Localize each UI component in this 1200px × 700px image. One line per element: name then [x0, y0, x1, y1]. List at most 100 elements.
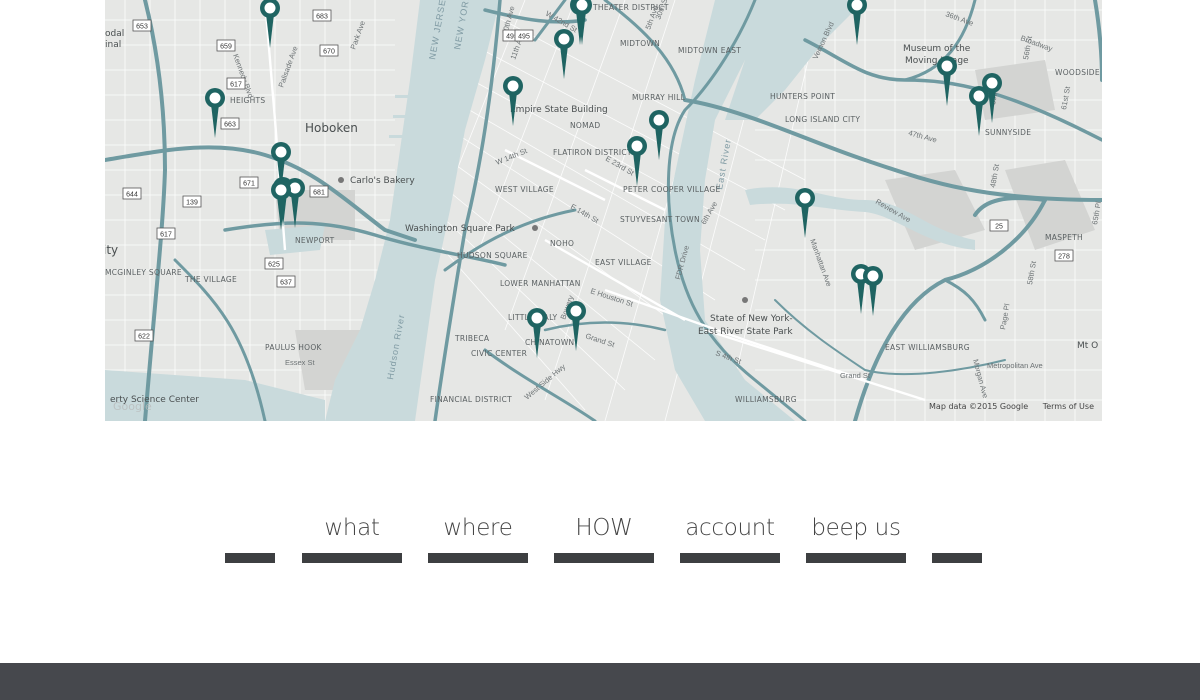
label-sunnyside: SUNNYSIDE: [985, 128, 1031, 137]
route-shield-label: 663: [224, 122, 236, 129]
label-noho: NOHO: [550, 239, 574, 248]
label-long-island-city: LONG ISLAND CITY: [785, 115, 860, 124]
label-chinatown: CHINATOWN: [525, 338, 574, 347]
label-lower-manhattan: LOWER MANHATTAN: [500, 279, 581, 288]
route-shield: 683: [312, 9, 332, 22]
route-shield-label: 617: [160, 232, 172, 239]
label-stuyvesant: STUYVESANT TOWN: [620, 215, 700, 224]
label-museum-line1: Museum of the: [903, 44, 971, 54]
main-nav: what where HOW account beep us: [225, 508, 985, 568]
route-shield-label: 278: [1058, 254, 1070, 261]
nav-underline: [554, 553, 654, 563]
route-shield: 278: [1054, 249, 1074, 262]
poi-dot: [532, 225, 538, 231]
poi-dot: [742, 297, 748, 303]
route-shield-label: 617: [230, 82, 242, 89]
label-east-williamsburg: EAST WILLIAMSBURG: [885, 343, 970, 352]
label-terminal-1: odal: [105, 29, 124, 39]
route-shield-label: 625: [268, 262, 280, 269]
nav-label-beep-us[interactable]: beep us: [806, 508, 906, 548]
route-shield-label: 670: [323, 49, 335, 56]
label-hoboken: Hoboken: [305, 121, 358, 135]
label-west-village: WEST VILLAGE: [495, 185, 554, 194]
label-nomad: NOMAD: [570, 121, 600, 130]
nav-label-how[interactable]: HOW: [554, 508, 654, 548]
route-shield-label: 644: [126, 192, 138, 199]
label-washington-square: Washington Square Park: [405, 224, 516, 234]
nav-underline: [428, 553, 528, 563]
route-shield: 671: [239, 176, 259, 189]
footer: [0, 663, 1200, 700]
nav-label-account[interactable]: account: [680, 508, 780, 548]
label-museum-line2: Moving Image: [905, 56, 969, 66]
label-newport: NEWPORT: [295, 236, 335, 245]
google-logo: Google: [113, 400, 152, 413]
nav-item-beep-us[interactable]: beep us: [806, 508, 906, 563]
label-woodside: WOODSIDE: [1055, 68, 1100, 77]
terms-of-use-link[interactable]: Terms of Use: [1043, 402, 1094, 411]
poi-dot: [338, 177, 344, 183]
route-shield-label: 653: [136, 24, 148, 31]
route-shield-label: 681: [313, 190, 325, 197]
label-peter-cooper: PETER COOPER VILLAGE: [623, 185, 721, 194]
route-shield-label: 671: [243, 181, 255, 188]
label-the-village: THE VILLAGE: [184, 275, 237, 284]
route-shield-label: 25: [995, 224, 1003, 231]
nav-stub-left: [225, 553, 275, 563]
nav-item-where[interactable]: where: [428, 508, 528, 563]
map[interactable]: Hudson River East River NEW JERSEY NEW Y…: [105, 0, 1102, 421]
map-canvas[interactable]: Hudson River East River NEW JERSEY NEW Y…: [105, 0, 1102, 421]
label-tribeca: TRIBECA: [454, 334, 490, 343]
route-shield: 644: [122, 187, 142, 200]
nav-item-what[interactable]: what: [302, 508, 402, 563]
label-metropolitan: Metropolitan Ave: [987, 361, 1043, 370]
route-shield: 670: [319, 44, 339, 57]
nav-label-where[interactable]: where: [428, 508, 528, 548]
label-grand-st-bk: Grand St: [840, 371, 871, 380]
nav-stub-right: [932, 553, 982, 563]
label-midtown-east: MIDTOWN EAST: [678, 46, 741, 55]
route-shield-label: 139: [186, 200, 198, 207]
route-shield: 625: [264, 257, 284, 270]
route-shield-label: 683: [316, 14, 328, 21]
route-shield: 25: [989, 219, 1009, 232]
route-shield: 617: [226, 77, 246, 90]
label-flatiron: FLATIRON DISTRICT: [553, 148, 632, 157]
label-mt-o: Mt O: [1077, 341, 1098, 351]
label-civic-center: CIVIC CENTER: [471, 349, 527, 358]
label-paulus-hook: PAULUS HOOK: [265, 343, 323, 352]
route-shield: 653: [132, 19, 152, 32]
nav-label-what[interactable]: what: [302, 508, 402, 548]
label-murray-hill: MURRAY HILL: [632, 93, 686, 102]
label-hunters-point: HUNTERS POINT: [770, 92, 835, 101]
label-city-fragment: ity: [105, 243, 118, 257]
label-midtown: MIDTOWN: [620, 39, 660, 48]
nav-item-account[interactable]: account: [680, 508, 780, 563]
label-state-park-line2: East River State Park: [698, 327, 793, 337]
nav-underline: [806, 553, 906, 563]
label-state-park-line1: State of New York-: [710, 314, 793, 324]
nav-underline: [680, 553, 780, 563]
label-hudson-square: HUDSON SQUARE: [457, 251, 528, 260]
map-data-text: Map data ©2015 Google: [929, 402, 1029, 411]
route-shield-label: 622: [138, 334, 150, 341]
label-east-village: EAST VILLAGE: [595, 258, 652, 267]
route-shield: 659: [216, 39, 236, 52]
label-mcginley: MCGINLEY SQUARE: [105, 268, 182, 277]
label-financial: FINANCIAL DISTRICT: [430, 395, 512, 404]
route-shield-label: 495: [518, 34, 530, 41]
label-williamsburg: WILLIAMSBURG: [735, 395, 797, 404]
route-shield: 495: [514, 29, 534, 42]
route-shield-label: 637: [280, 280, 292, 287]
nav-item-how[interactable]: HOW: [554, 508, 654, 563]
route-shield: 637: [276, 275, 296, 288]
label-maspeth: MASPETH: [1045, 233, 1083, 242]
route-shield: 622: [134, 329, 154, 342]
nav-underline: [302, 553, 402, 563]
map-attribution: Map data ©2015 Google Terms of Use: [917, 402, 1094, 411]
route-shield: 663: [220, 117, 240, 130]
label-carlos-bakery: Carlo's Bakery: [350, 176, 415, 186]
route-shield: 139: [182, 195, 202, 208]
route-shield-label: 659: [220, 44, 232, 51]
label-empire-state: Empire State Building: [510, 105, 608, 115]
